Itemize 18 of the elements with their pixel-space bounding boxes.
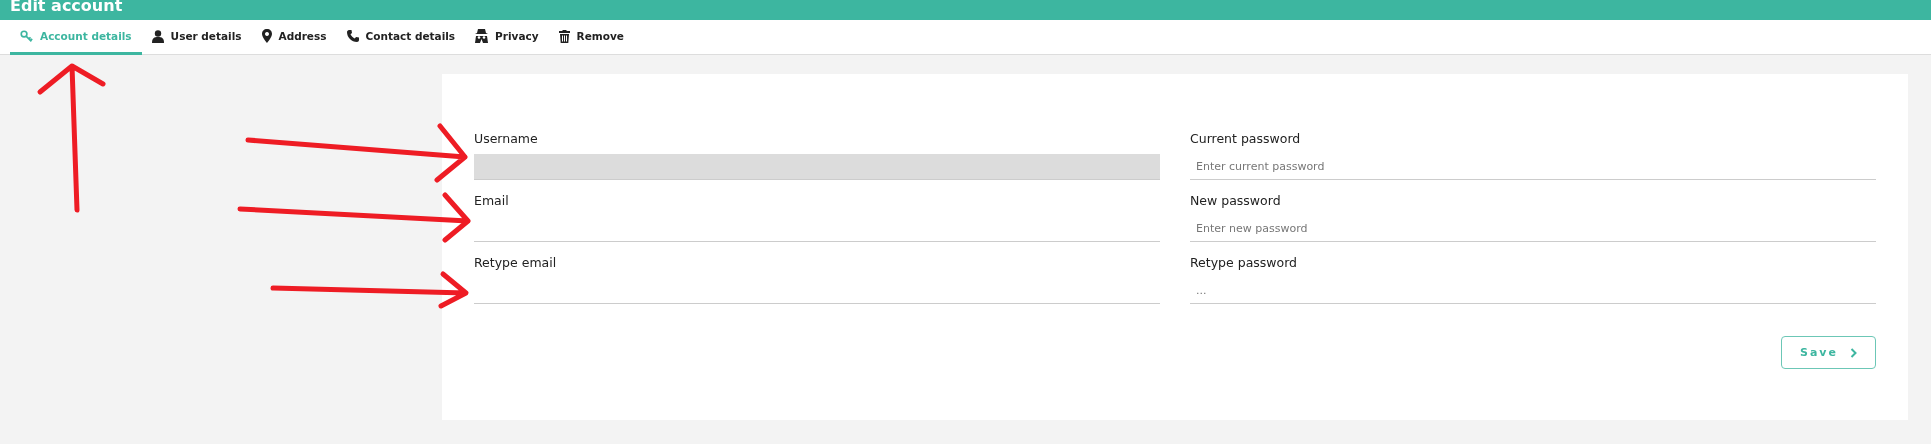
field-label: Retype email xyxy=(474,254,558,272)
field-label: Current password xyxy=(1190,130,1302,148)
user-icon xyxy=(151,29,164,43)
incognito-icon xyxy=(475,29,489,43)
tab[interactable]: Address xyxy=(251,20,337,55)
tab[interactable]: Privacy xyxy=(465,20,549,55)
tab[interactable]: Remove xyxy=(548,20,634,55)
phone-icon xyxy=(346,30,359,42)
field-label: Email xyxy=(474,192,510,210)
chevron-right-icon xyxy=(1850,347,1857,358)
field-label: Retype password xyxy=(1190,254,1299,272)
trash-icon xyxy=(558,29,570,43)
tab[interactable]: User details xyxy=(141,20,252,55)
tab[interactable]: Contact details xyxy=(336,20,466,55)
key-icon xyxy=(20,29,33,43)
map-pin-icon xyxy=(261,29,272,43)
field-label: New password xyxy=(1190,192,1282,210)
field-label: Username xyxy=(474,130,539,148)
